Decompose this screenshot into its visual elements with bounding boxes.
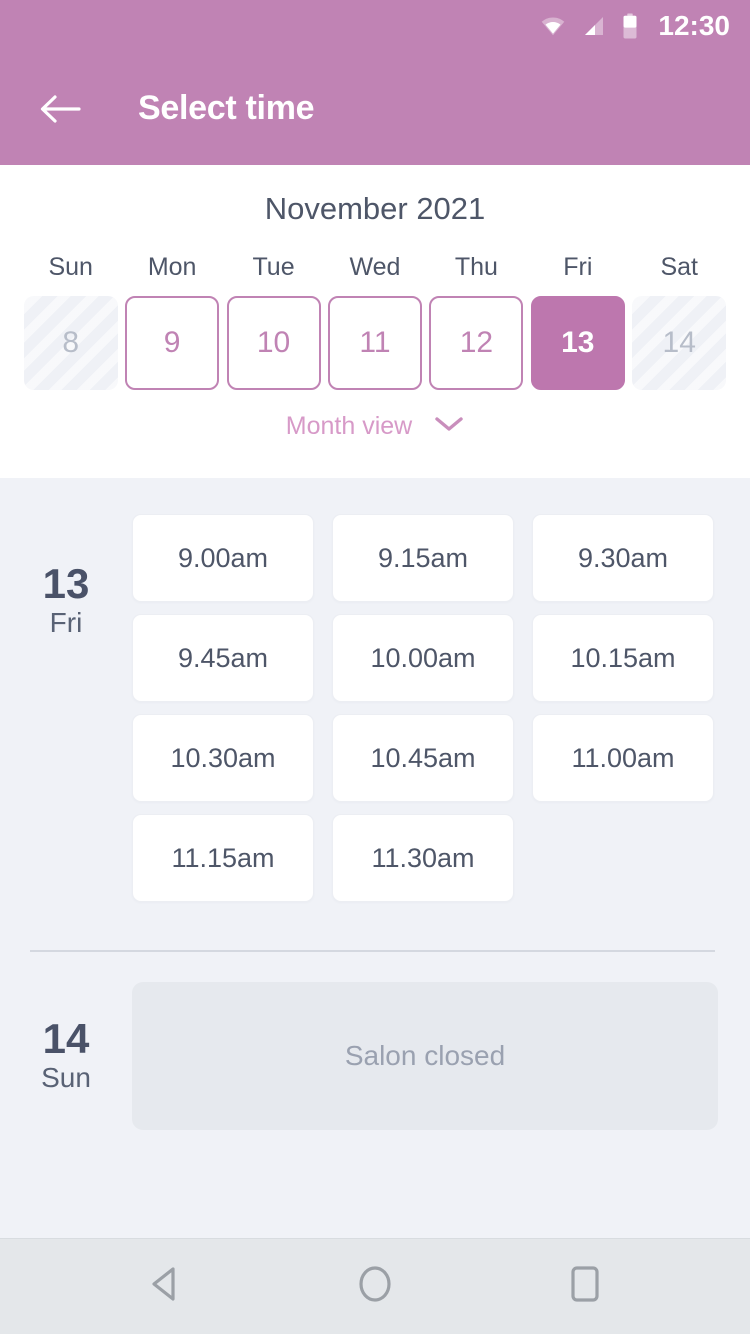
calendar-day-12[interactable]: 12 [429, 296, 524, 390]
slot-grid-13: 9.00am 9.15am 9.30am 9.45am 10.00am 10.1… [132, 514, 750, 902]
day-name-thu: Thu [454, 253, 498, 281]
time-slot[interactable]: 10.15am [532, 614, 714, 702]
status-bar: 12:30 [0, 0, 750, 52]
calendar-day-9[interactable]: 9 [125, 296, 220, 390]
time-slot[interactable]: 9.00am [132, 514, 314, 602]
day-name-sat: Sat [660, 253, 698, 281]
calendar-day-names-row: Sun Mon Tue Wed Thu Fri Sat [0, 253, 750, 296]
day-name-tue: Tue [252, 253, 295, 281]
chevron-down-icon [434, 415, 464, 438]
day-section-14-number: 14 [42, 1015, 90, 1063]
section-divider [30, 950, 715, 952]
back-button[interactable] [30, 79, 90, 139]
day-section-14-weekday: Sun [41, 1062, 91, 1094]
square-recents-icon [569, 1265, 601, 1308]
time-slot[interactable]: 10.45am [332, 714, 514, 802]
android-nav-bar [0, 1238, 750, 1334]
day-section-13-number: 13 [42, 560, 90, 607]
month-view-toggle[interactable]: Month view [0, 412, 750, 441]
calendar-day-8: 8 [23, 296, 118, 390]
time-slot[interactable]: 11.00am [532, 714, 714, 802]
calendar-strip: November 2021 Sun Mon Tue Wed Thu Fri Sa… [0, 165, 750, 478]
page-title: Select time [138, 89, 315, 127]
day-name-sun: Sun [48, 253, 93, 281]
circle-home-icon [357, 1264, 393, 1309]
app-bar-region: 12:30 Select time [0, 0, 750, 165]
salon-closed-card: Salon closed [132, 982, 718, 1130]
triangle-back-icon [148, 1266, 182, 1307]
calendar-day-11[interactable]: 11 [327, 296, 422, 390]
nav-recents-button[interactable] [545, 1247, 625, 1327]
time-slots-area: 13 Fri 9.00am 9.15am 9.30am 9.45am 10.00… [0, 478, 750, 1238]
time-slot[interactable]: 10.30am [132, 714, 314, 802]
signal-icon [582, 14, 606, 38]
calendar-day-10[interactable]: 10 [226, 296, 321, 390]
day-name-mon: Mon [147, 253, 197, 281]
time-slot[interactable]: 11.15am [132, 814, 314, 902]
day-section-14-label: 14 Sun [0, 1017, 132, 1095]
status-bar-clock: 12:30 [658, 10, 730, 41]
calendar-day-13-selected[interactable]: 13 [530, 296, 625, 390]
day-name-fri: Fri [563, 253, 593, 281]
battery-icon [622, 13, 638, 39]
time-slot[interactable]: 9.45am [132, 614, 314, 702]
nav-home-button[interactable] [335, 1247, 415, 1327]
nav-back-button[interactable] [125, 1247, 205, 1327]
app-screen: 12:30 Select time November 2021 Sun Mon … [0, 0, 750, 1334]
calendar-dates-row: 8 9 10 11 12 13 14 [0, 296, 750, 390]
time-slot[interactable]: 11.30am [332, 814, 514, 902]
day-name-wed: Wed [349, 253, 401, 281]
calendar-month-label: November 2021 [264, 191, 486, 226]
day-section-14: 14 Sun Salon closed [0, 982, 750, 1130]
time-slot[interactable]: 9.15am [332, 514, 514, 602]
app-bar: Select time [0, 52, 750, 165]
month-view-label: Month view [285, 412, 413, 440]
wifi-icon [540, 13, 566, 39]
time-slot[interactable]: 9.30am [532, 514, 714, 602]
day-section-13-weekday: Fri [49, 607, 83, 639]
calendar-day-14: 14 [632, 296, 727, 390]
day-section-13: 13 Fri 9.00am 9.15am 9.30am 9.45am 10.00… [0, 514, 750, 902]
day-section-13-label: 13 Fri [0, 514, 132, 640]
time-slot[interactable]: 10.00am [332, 614, 514, 702]
